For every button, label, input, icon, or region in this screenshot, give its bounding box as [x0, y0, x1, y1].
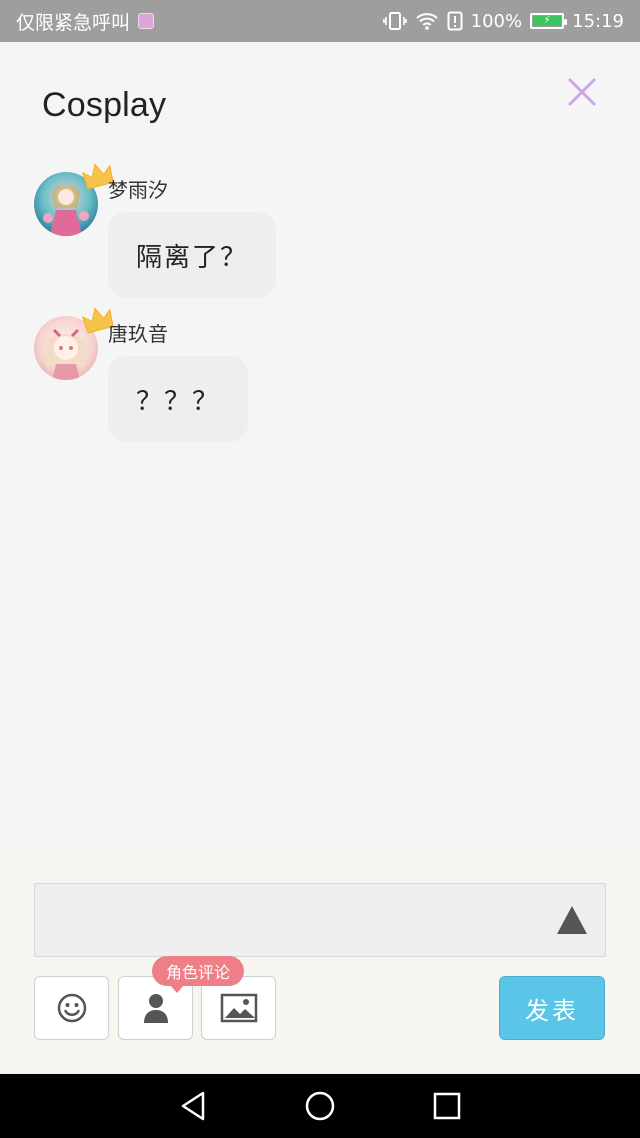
- publish-button[interactable]: 发表: [499, 976, 605, 1040]
- status-right: 100% ⚡ 15:19: [382, 10, 624, 32]
- back-icon: [182, 1091, 205, 1121]
- message-bubble[interactable]: ？？？: [108, 356, 249, 442]
- navigation-bar: [0, 1074, 640, 1138]
- emoji-button[interactable]: [34, 976, 109, 1040]
- recents-icon: [433, 1092, 460, 1120]
- home-icon: [305, 1091, 335, 1121]
- message-input[interactable]: [34, 883, 606, 957]
- status-left: 仅限紧急呼叫: [16, 8, 155, 35]
- close-icon: [568, 78, 596, 106]
- wifi-icon: [415, 11, 439, 31]
- message-item: 唐玖音 ？？？: [34, 307, 594, 446]
- smiley-icon: [57, 993, 86, 1023]
- battery-percent: 100%: [470, 10, 523, 32]
- message-bubble[interactable]: 隔离了？: [108, 212, 277, 298]
- back-button[interactable]: [173, 1086, 213, 1126]
- alert-icon: [447, 11, 463, 31]
- username: 唐玖音: [108, 322, 168, 346]
- composer: 角色评论 发表: [0, 848, 640, 1074]
- image-icon: [220, 993, 257, 1023]
- home-button[interactable]: [300, 1086, 340, 1126]
- battery-icon: ⚡: [530, 13, 568, 29]
- role-comment-tooltip[interactable]: 角色评论: [152, 956, 245, 993]
- app-notification-icon: [138, 13, 155, 29]
- page-title: Cosplay: [42, 86, 167, 124]
- person-icon: [143, 994, 168, 1023]
- vibrate-icon: [382, 11, 407, 31]
- status-time: 15:19: [572, 10, 624, 32]
- username: 梦雨汐: [108, 178, 168, 202]
- triangle-up-icon[interactable]: [555, 904, 589, 936]
- message-item: 梦雨汐 隔离了？: [34, 163, 594, 302]
- recents-button[interactable]: [427, 1086, 467, 1126]
- close-button[interactable]: [560, 70, 604, 114]
- status-bar: 仅限紧急呼叫 100% ⚡ 15:19: [0, 0, 640, 42]
- carrier-text: 仅限紧急呼叫: [16, 11, 131, 34]
